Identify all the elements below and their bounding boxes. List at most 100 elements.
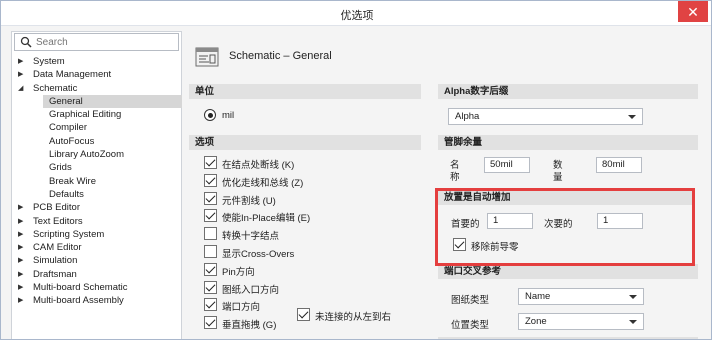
option-checkbox[interactable] xyxy=(204,298,217,312)
chevron-down-icon xyxy=(629,295,637,299)
tree-item[interactable]: Compiler xyxy=(12,121,181,134)
pin-name-label: 名称 xyxy=(450,160,460,183)
option-checkbox[interactable] xyxy=(204,227,217,241)
tree-item[interactable]: AutoFocus xyxy=(12,135,181,148)
close-icon: ✕ xyxy=(687,3,699,20)
tree-item-label: Multi-board Assembly xyxy=(33,295,124,307)
sheet-type-label: 图纸类型 xyxy=(451,295,490,306)
preferences-dialog: 优选项 ✕ ▶System▶Data Management◢SchematicG… xyxy=(0,0,712,340)
tree-item[interactable]: ▶ Simulation xyxy=(12,254,181,267)
tree-item-label: Schematic xyxy=(33,82,78,94)
tree-item[interactable]: ▶ PCB Editor xyxy=(12,201,181,214)
primary-increment-input[interactable]: 1 xyxy=(487,213,533,229)
settings-tree: ▶ System ▶ Data Management ◢ Schematic General… xyxy=(12,55,182,308)
remove-leading-zeros-checkbox[interactable] xyxy=(453,238,466,251)
sheet-type-select[interactable]: Name xyxy=(518,288,644,305)
chevron-down-icon xyxy=(628,115,636,119)
chevron-down-icon xyxy=(629,320,637,324)
tree-item-label: Simulation xyxy=(33,255,78,267)
option-label: 转换十字结点 xyxy=(222,231,280,243)
collapse-arrow-icon[interactable]: ◢ xyxy=(18,82,28,95)
tree-item-label: Scripting System xyxy=(33,228,105,240)
option-label: 图纸入口方向 xyxy=(222,284,280,296)
option-label: 显示Cross-Overs xyxy=(222,249,295,260)
tree-item-label: Draftsman xyxy=(33,268,77,280)
options-section-header: 选项 xyxy=(189,135,421,150)
option-checkbox[interactable] xyxy=(204,209,217,223)
expand-arrow-icon[interactable]: ▶ xyxy=(18,281,28,294)
sheet-type-value: Name xyxy=(525,291,551,302)
tree-item[interactable]: Break Wire xyxy=(12,175,181,188)
tree-item[interactable]: ▶ Multi-board Assembly xyxy=(12,294,181,307)
option-label: 元件割线 (U) xyxy=(222,195,276,207)
location-type-label: 位置类型 xyxy=(451,320,490,331)
settings-content: Schematic – General 单位 mil 选项 在结点处断线 (K)… xyxy=(187,31,711,339)
tree-item[interactable]: Library AutoZoom xyxy=(12,148,181,161)
tree-item-label: CAM Editor xyxy=(33,242,82,254)
option-checkbox[interactable] xyxy=(204,191,217,205)
expand-arrow-icon[interactable]: ▶ xyxy=(18,68,28,81)
tree-item[interactable]: ▶ CAM Editor xyxy=(12,241,181,254)
tree-item[interactable]: ▶ System xyxy=(12,55,181,68)
option-label: 优化走线和总线 (Z) xyxy=(222,177,304,189)
expand-arrow-icon[interactable]: ▶ xyxy=(18,294,28,307)
alpha-suffix-value: Alpha xyxy=(455,111,480,122)
title-bar: 优选项 ✕ xyxy=(1,1,711,26)
tree-item[interactable]: ▶ Multi-board Schematic xyxy=(12,281,181,294)
unconnected-left-to-right-label: 未连接的从左到右 xyxy=(315,312,392,323)
expand-arrow-icon[interactable]: ▶ xyxy=(18,55,28,68)
tree-item[interactable]: ▶ Data Management xyxy=(12,68,181,81)
option-checkbox[interactable] xyxy=(204,262,217,276)
tree-item[interactable]: ▶ Draftsman xyxy=(12,268,181,281)
tree-item-label: PCB Editor xyxy=(33,202,80,214)
option-label: 垂直拖拽 (G) xyxy=(222,320,277,332)
option-checkbox[interactable] xyxy=(204,245,217,258)
option-checkbox[interactable] xyxy=(204,156,217,169)
expand-arrow-icon[interactable]: ▶ xyxy=(18,254,28,267)
option-checkbox[interactable] xyxy=(204,280,217,294)
tree-item-label: Text Editors xyxy=(33,215,83,227)
tree-item[interactable]: ▶ Text Editors xyxy=(12,215,181,228)
mil-radio-label: mil xyxy=(222,110,235,121)
window-title: 优选项 xyxy=(340,10,374,22)
tree-item[interactable]: Graphical Editing xyxy=(12,108,181,121)
tree-item-label: Break Wire xyxy=(49,175,96,187)
secondary-increment-input[interactable]: 1 xyxy=(597,213,643,229)
pin-number-label: 数量 xyxy=(553,160,563,183)
pin-name-input[interactable]: 50mil xyxy=(484,157,530,173)
tree-item[interactable]: ◢ Schematic xyxy=(12,82,181,95)
location-type-value: Zone xyxy=(525,316,547,327)
pin-number-input[interactable]: 80mil xyxy=(596,157,642,173)
expand-arrow-icon[interactable]: ▶ xyxy=(18,228,28,241)
auto-increment-section-header: 放置是自动增加 xyxy=(438,190,692,205)
search-field[interactable] xyxy=(14,33,179,51)
alpha-suffix-select[interactable]: Alpha xyxy=(448,108,643,125)
settings-tree-panel: ▶ System ▶ Data Management ◢ SchematicGeneral… xyxy=(11,31,182,339)
expand-arrow-icon[interactable]: ▶ xyxy=(18,268,28,281)
search-input[interactable] xyxy=(36,36,166,48)
option-checkbox[interactable] xyxy=(204,173,217,187)
tree-item-label: AutoFocus xyxy=(49,135,95,147)
tree-item-label: Data Management xyxy=(33,69,112,81)
expand-arrow-icon[interactable]: ▶ xyxy=(18,201,28,214)
search-icon xyxy=(20,36,32,48)
tree-item-label: Graphical Editing xyxy=(49,109,122,121)
units-section-header: 单位 xyxy=(189,84,421,99)
expand-arrow-icon[interactable]: ▶ xyxy=(18,241,28,254)
location-type-select[interactable]: Zone xyxy=(518,313,644,330)
option-label: 端口方向 xyxy=(222,302,261,314)
tree-item[interactable]: ▶ Scripting System xyxy=(12,228,181,241)
unconnected-left-to-right-checkbox[interactable] xyxy=(297,308,310,321)
schematic-page-icon xyxy=(195,47,219,67)
tree-item[interactable]: Defaults xyxy=(12,188,181,201)
tree-item-label: System xyxy=(33,56,65,67)
tree-item[interactable]: Grids xyxy=(12,161,181,174)
secondary-increment-label: 次要的 xyxy=(544,219,573,230)
option-checkbox[interactable] xyxy=(204,316,217,330)
expand-arrow-icon[interactable]: ▶ xyxy=(18,215,28,228)
mil-radio[interactable] xyxy=(204,109,216,121)
tree-item-label: Library AutoZoom xyxy=(49,149,124,161)
page-title: Schematic – General xyxy=(229,50,332,62)
tree-item[interactable]: General xyxy=(12,94,182,109)
close-button[interactable]: ✕ xyxy=(678,1,708,22)
